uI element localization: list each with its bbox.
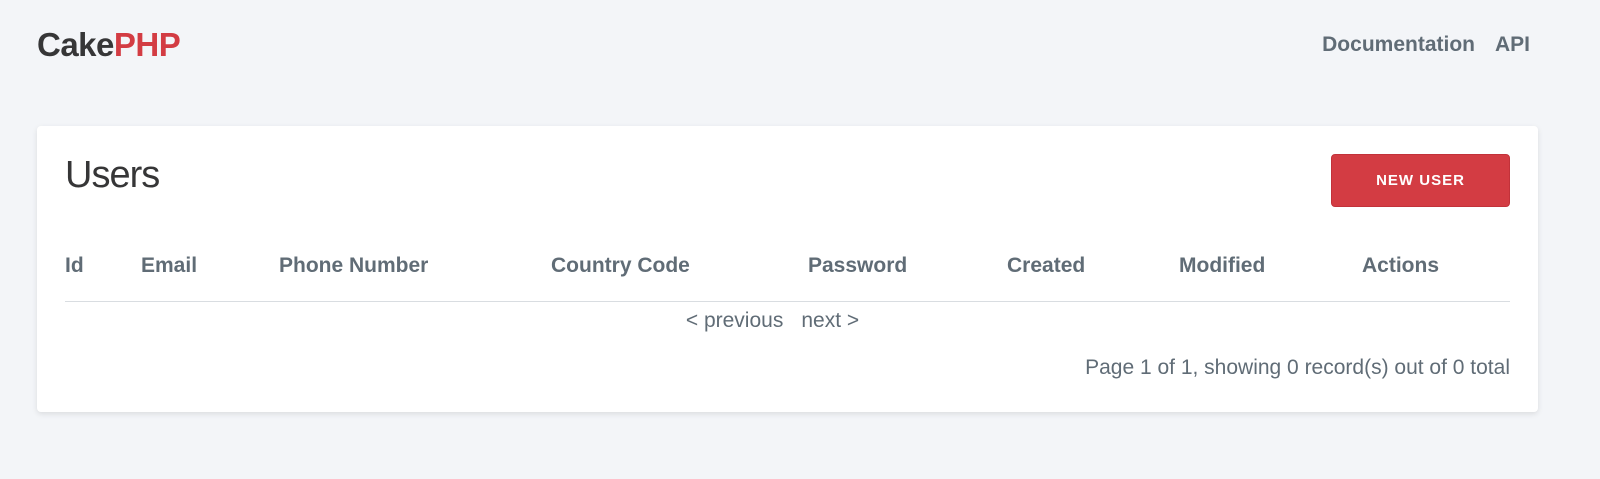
column-header-id[interactable]: Id xyxy=(65,254,84,278)
page-title: Users xyxy=(65,154,160,196)
brand-php-text: PHP xyxy=(113,26,181,63)
column-header-modified[interactable]: Modified xyxy=(1179,254,1265,278)
column-header-email[interactable]: Email xyxy=(141,254,197,278)
paginator: < previous next > xyxy=(37,309,1538,333)
nav-link-api[interactable]: API xyxy=(1495,33,1530,57)
brand-logo[interactable]: CakePHP xyxy=(37,26,181,64)
paginator-next-link[interactable]: next > xyxy=(801,309,859,333)
paginator-previous-link[interactable]: < previous xyxy=(686,309,783,333)
column-header-password[interactable]: Password xyxy=(808,254,907,278)
nav-link-documentation[interactable]: Documentation xyxy=(1322,33,1475,57)
brand-cake-text: Cake xyxy=(37,26,114,63)
pagination-summary: Page 1 of 1, showing 0 record(s) out of … xyxy=(1085,356,1510,379)
column-header-country-code[interactable]: Country Code xyxy=(551,254,690,278)
users-table-header: Id Email Phone Number Country Code Passw… xyxy=(65,246,1510,302)
new-user-button[interactable]: NEW USER xyxy=(1331,154,1510,207)
column-header-created[interactable]: Created xyxy=(1007,254,1085,278)
users-index-card: Users NEW USER Id Email Phone Number Cou… xyxy=(37,126,1538,412)
column-header-actions: Actions xyxy=(1362,254,1440,277)
top-nav-links: Documentation API xyxy=(1322,33,1530,57)
column-header-phone-number[interactable]: Phone Number xyxy=(279,254,428,278)
top-nav: CakePHP Documentation API xyxy=(0,0,1600,90)
